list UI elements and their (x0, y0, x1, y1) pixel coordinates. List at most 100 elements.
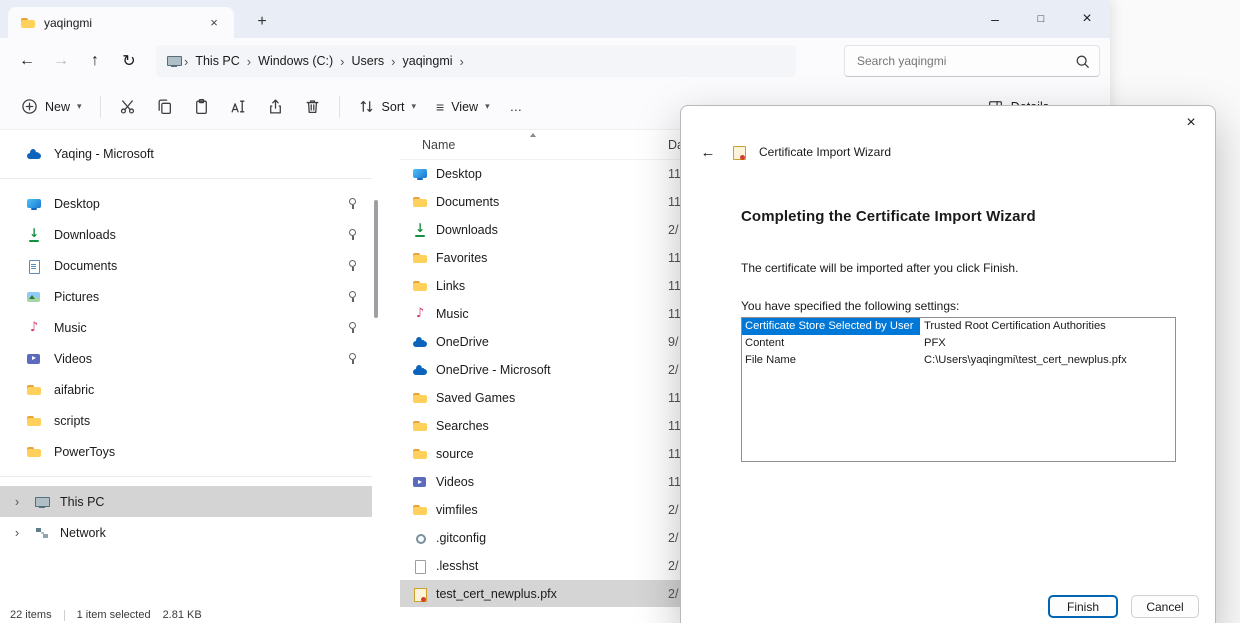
folder-icon (412, 446, 428, 462)
gear-icon (412, 530, 428, 546)
settings-row[interactable]: Content PFX (742, 335, 1175, 352)
cloud-icon (412, 362, 428, 378)
search-box (844, 45, 1100, 77)
chevron-right-icon: › (245, 54, 253, 69)
clipboard-icon (193, 98, 210, 115)
breadcrumb-item[interactable]: Users (347, 54, 390, 68)
this-pc-icon (166, 53, 182, 69)
desktop-icon (26, 196, 42, 212)
item-count: 22 items (10, 609, 52, 621)
wizard-content: Completing the Certificate Import Wizard… (681, 208, 1215, 462)
sidebar-item-label: Documents (54, 259, 117, 273)
network-icon (34, 525, 50, 541)
file-name: Videos (436, 475, 668, 489)
back-icon[interactable]: ← (10, 45, 44, 77)
file-date: 2/ (668, 223, 678, 237)
sidebar-item[interactable]: Documents (0, 250, 372, 281)
breadcrumb: › This PC › Windows (C:) › Users › yaqin… (156, 45, 796, 77)
tab-close-icon[interactable]: × (202, 12, 226, 34)
chevron-right-icon: › (458, 54, 466, 69)
sidebar-item-onedrive[interactable]: Yaqing - Microsoft (0, 138, 372, 169)
tab-strip: yaqingmi × + – □ × (0, 0, 1110, 38)
folder-icon (26, 413, 42, 429)
sidebar-item[interactable]: aifabric (0, 374, 372, 405)
documents-icon (26, 258, 42, 274)
sidebar-item[interactable]: Videos (0, 343, 372, 374)
paste-button[interactable] (184, 90, 219, 124)
desktop-icon (412, 166, 428, 182)
dialog-close-icon[interactable]: × (1169, 108, 1213, 138)
new-button[interactable]: New ▾ (12, 90, 91, 124)
toolbar-divider (100, 96, 101, 118)
breadcrumb-item[interactable]: Windows (C:) (253, 54, 338, 68)
music-icon (412, 306, 428, 322)
copy-icon (156, 98, 173, 115)
chevron-right-icon: › (338, 54, 346, 69)
videos-icon (412, 474, 428, 490)
new-button-label: New (45, 100, 70, 114)
sidebar-item-label: Desktop (54, 197, 100, 211)
folder-icon (26, 382, 42, 398)
setting-value: Trusted Root Certification Authorities (920, 318, 1106, 335)
sort-button[interactable]: Sort ▾ (349, 90, 425, 124)
sidebar-divider (0, 178, 372, 179)
breadcrumb-item[interactable]: yaqingmi (398, 54, 458, 68)
chevron-right-icon: › (389, 54, 397, 69)
share-button[interactable] (258, 90, 293, 124)
sidebar-scrollbar[interactable] (374, 200, 378, 318)
settings-row[interactable]: Certificate Store Selected by User Trust… (742, 318, 1175, 335)
sidebar-item-label: Downloads (54, 228, 116, 242)
wizard-back-icon[interactable]: ← (697, 144, 719, 161)
delete-button[interactable] (295, 90, 330, 124)
view-button[interactable]: ≡ View ▾ (427, 90, 499, 124)
sidebar-tree-item[interactable]: › Network (0, 517, 372, 548)
setting-key: Content (742, 335, 920, 352)
file-name: Saved Games (436, 391, 668, 405)
minimize-icon[interactable]: – (972, 0, 1018, 38)
settings-list[interactable]: Certificate Store Selected by User Trust… (741, 317, 1176, 462)
more-options-button[interactable]: … (501, 90, 532, 124)
chevron-right-icon[interactable]: › (10, 525, 24, 540)
chevron-right-icon[interactable]: › (10, 494, 24, 509)
sidebar-item[interactable]: Downloads (0, 219, 372, 250)
sidebar-item[interactable]: Pictures (0, 281, 372, 312)
sidebar-item[interactable]: scripts (0, 405, 372, 436)
status-divider (64, 610, 65, 621)
sidebar-item[interactable]: Desktop (0, 188, 372, 219)
rename-button[interactable] (221, 90, 256, 124)
breadcrumb-item[interactable]: This PC (190, 54, 244, 68)
selection-size: 2.81 KB (163, 609, 202, 621)
file-date: 9/ (668, 335, 678, 349)
copy-button[interactable] (147, 90, 182, 124)
explorer-tab[interactable]: yaqingmi × (8, 7, 234, 38)
search-icon[interactable] (1074, 53, 1091, 70)
navigation-pane: Yaqing - Microsoft Desktop Downloads (0, 130, 372, 607)
new-tab-button[interactable]: + (248, 9, 276, 35)
finish-button[interactable]: Finish (1048, 595, 1118, 618)
view-button-label: View (451, 100, 478, 114)
maximize-icon[interactable]: □ (1018, 0, 1064, 38)
search-input[interactable] (857, 54, 1074, 68)
chevron-down-icon: ▾ (77, 101, 82, 112)
selection-count: 1 item selected (77, 609, 151, 621)
close-icon[interactable]: × (1064, 0, 1110, 38)
folder-icon (412, 194, 428, 210)
up-icon[interactable]: ↑ (78, 45, 112, 77)
cut-button[interactable] (110, 90, 145, 124)
sort-icon (358, 98, 375, 115)
forward-icon[interactable]: → (44, 45, 78, 77)
sidebar-item[interactable]: Music (0, 312, 372, 343)
settings-row[interactable]: File Name C:\Users\yaqingmi\test_cert_ne… (742, 352, 1175, 369)
setting-value: PFX (920, 335, 946, 352)
tree-list: › This PC › Network (0, 486, 372, 548)
setting-key: Certificate Store Selected by User (742, 318, 920, 335)
refresh-icon[interactable]: ↻ (112, 45, 146, 77)
trash-icon (304, 98, 321, 115)
downloads-icon (412, 222, 428, 238)
setting-key: File Name (742, 352, 920, 369)
pin-icon (346, 290, 358, 303)
sidebar-item[interactable]: PowerToys (0, 436, 372, 467)
sidebar-tree-item[interactable]: › This PC (0, 486, 372, 517)
column-header-name[interactable]: Name (400, 138, 668, 152)
cancel-button[interactable]: Cancel (1131, 595, 1199, 618)
